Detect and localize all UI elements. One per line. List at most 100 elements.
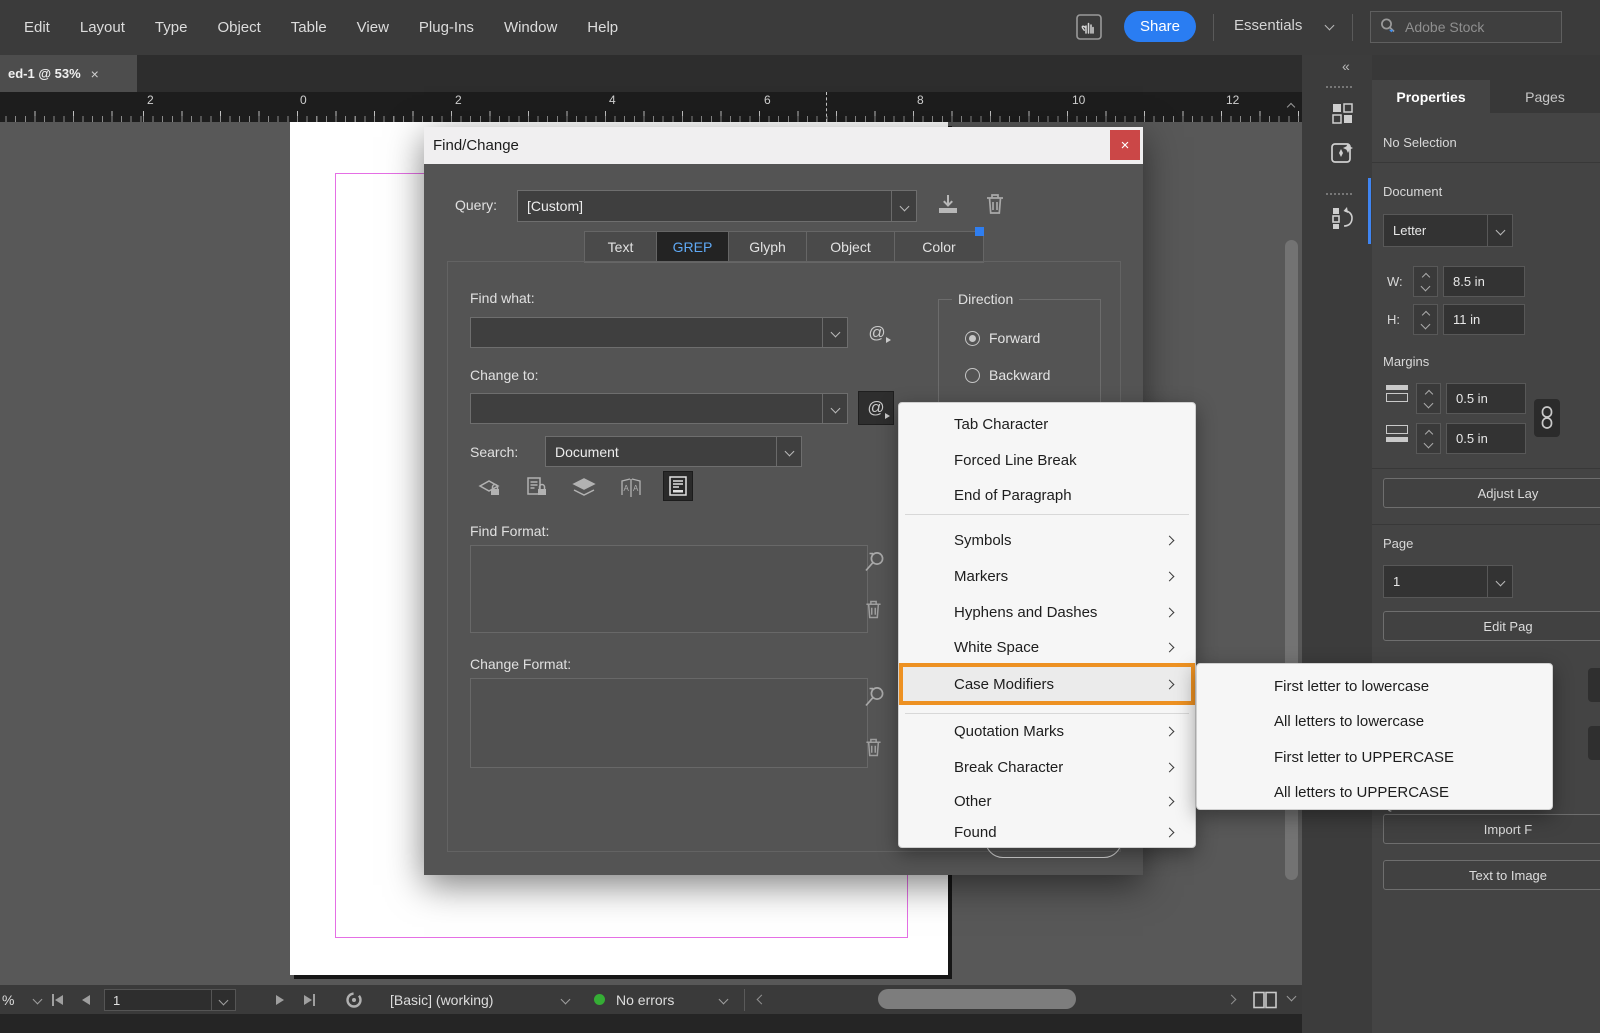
menu-window[interactable]: Window: [504, 19, 557, 36]
tab-text[interactable]: Text: [585, 232, 657, 262]
document-tab[interactable]: ed-1 @ 53% ×: [0, 55, 137, 92]
menu-item-end-of-paragraph[interactable]: End of Paragraph: [899, 478, 1195, 513]
share-button[interactable]: Share: [1124, 11, 1196, 42]
top-margin-stepper[interactable]: [1416, 383, 1441, 414]
include-footnotes-icon[interactable]: [663, 471, 693, 501]
save-query-icon[interactable]: [934, 190, 962, 221]
horizontal-scrollbar-thumb[interactable]: [878, 989, 1076, 1009]
tab-properties[interactable]: Properties: [1372, 80, 1490, 113]
height-field[interactable]: 11 in: [1443, 304, 1525, 335]
chevron-down-icon[interactable]: [822, 394, 847, 423]
chevron-down-icon[interactable]: [891, 191, 916, 221]
hand-tool-icon[interactable]: [1076, 14, 1102, 43]
submenu-item-all-letters-uppercase[interactable]: All letters to UPPERCASE: [1197, 775, 1552, 810]
menu-item-tab-character[interactable]: Tab Character: [899, 407, 1195, 442]
adjust-layout-button[interactable]: Adjust Lay: [1383, 478, 1600, 508]
clear-change-format-icon[interactable]: [862, 735, 885, 763]
menu-item-symbols[interactable]: Symbols: [899, 523, 1195, 558]
menu-view[interactable]: View: [357, 19, 389, 36]
menu-plugins[interactable]: Plug-Ins: [419, 19, 474, 36]
menu-item-other[interactable]: Other: [899, 784, 1195, 819]
preflight-icon[interactable]: [345, 985, 363, 1014]
menu-object[interactable]: Object: [217, 19, 260, 36]
submenu-item-first-letter-uppercase[interactable]: First letter to UPPERCASE: [1197, 740, 1552, 775]
tab-glyph[interactable]: Glyph: [729, 232, 807, 262]
last-page-button[interactable]: [304, 985, 315, 1014]
tab-object[interactable]: Object: [807, 232, 895, 262]
history-panel-icon[interactable]: [1328, 203, 1358, 233]
change-to-input[interactable]: [470, 393, 848, 424]
swatches-panel-icon[interactable]: [1328, 98, 1358, 128]
preflight-preset[interactable]: [Basic] (working): [390, 985, 493, 1014]
collapse-panels-icon[interactable]: «: [1342, 58, 1350, 74]
bottom-margin-field[interactable]: 0.5 in: [1446, 423, 1526, 454]
next-page-button[interactable]: [276, 985, 284, 1014]
menu-item-quotation-marks[interactable]: Quotation Marks: [899, 714, 1195, 749]
preflight-status[interactable]: No errors: [616, 985, 674, 1014]
menu-item-found[interactable]: Found: [899, 817, 1195, 847]
bottom-margin-stepper[interactable]: [1416, 423, 1441, 454]
import-file-button[interactable]: Import F: [1383, 814, 1600, 844]
width-stepper[interactable]: [1413, 266, 1438, 297]
menu-item-hyphens-and-dashes[interactable]: Hyphens and Dashes: [899, 595, 1195, 630]
specify-change-attributes-icon[interactable]: [861, 683, 888, 713]
delete-query-icon[interactable]: [982, 190, 1008, 221]
dialog-titlebar[interactable]: Find/Change: [424, 127, 1143, 164]
edit-page-button[interactable]: Edit Pag: [1383, 611, 1600, 641]
cutoff-button[interactable]: [1588, 668, 1600, 702]
clear-find-format-icon[interactable]: [862, 597, 885, 625]
chevron-down-icon[interactable]: [211, 990, 235, 1010]
menu-help[interactable]: Help: [587, 19, 618, 36]
menu-table[interactable]: Table: [291, 19, 327, 36]
query-dropdown[interactable]: [Custom]: [517, 190, 917, 222]
find-format-box[interactable]: [470, 545, 868, 633]
tab-pages[interactable]: Pages: [1490, 80, 1600, 113]
export-panel-icon[interactable]: [1328, 138, 1358, 168]
direction-forward-option[interactable]: Forward: [965, 330, 1040, 346]
change-format-box[interactable]: [470, 678, 868, 768]
page-number-dropdown[interactable]: 1: [1383, 565, 1513, 598]
text-to-image-button[interactable]: Text to Image: [1383, 860, 1600, 890]
cutoff-button[interactable]: [1588, 726, 1600, 760]
menu-layout[interactable]: Layout: [80, 19, 125, 36]
adobe-stock-search[interactable]: Adobe Stock: [1370, 11, 1562, 43]
chevron-down-icon[interactable]: [822, 318, 847, 347]
close-dialog-button[interactable]: ×: [1110, 130, 1140, 160]
menu-edit[interactable]: Edit: [24, 19, 50, 36]
case-sensitive-icon[interactable]: AA: [616, 473, 646, 503]
find-what-input[interactable]: [470, 317, 848, 348]
link-margins-icon[interactable]: [1534, 399, 1560, 437]
find-special-chars-button[interactable]: @: [861, 319, 893, 347]
top-margin-field[interactable]: 0.5 in: [1446, 383, 1526, 414]
width-field[interactable]: 8.5 in: [1443, 266, 1525, 297]
page-number-field[interactable]: 1: [104, 989, 236, 1011]
menu-item-forced-line-break[interactable]: Forced Line Break: [899, 443, 1195, 478]
menu-item-case-modifiers[interactable]: Case Modifiers: [899, 663, 1195, 705]
specify-find-attributes-icon[interactable]: [861, 548, 888, 578]
first-page-button[interactable]: [52, 985, 63, 1014]
direction-backward-option[interactable]: Backward: [965, 367, 1050, 383]
include-locked-layers-icon[interactable]: [475, 473, 505, 503]
menu-item-white-space[interactable]: White Space: [899, 630, 1195, 665]
workspace-switcher[interactable]: Essentials: [1234, 17, 1302, 34]
submenu-item-first-letter-lowercase[interactable]: First letter to lowercase: [1197, 669, 1552, 704]
menu-type[interactable]: Type: [155, 19, 188, 36]
chevron-down-icon[interactable]: [776, 437, 801, 466]
previous-page-button[interactable]: [82, 985, 90, 1014]
close-tab-icon[interactable]: ×: [91, 66, 99, 82]
tab-grep[interactable]: GREP: [657, 232, 729, 262]
tab-color[interactable]: Color: [895, 232, 983, 262]
menu-item-break-character[interactable]: Break Character: [899, 750, 1195, 785]
submenu-item-all-letters-lowercase[interactable]: All letters to lowercase: [1197, 704, 1552, 739]
chevron-down-icon[interactable]: [1487, 566, 1512, 597]
menu-item-markers[interactable]: Markers: [899, 559, 1195, 594]
page-size-dropdown[interactable]: Letter: [1383, 214, 1513, 247]
change-special-chars-button[interactable]: @: [858, 391, 894, 425]
zoom-level-fragment[interactable]: %: [2, 985, 14, 1014]
include-hidden-layers-icon[interactable]: [569, 473, 599, 503]
split-view-icon[interactable]: [1252, 985, 1278, 1014]
height-stepper[interactable]: [1413, 304, 1438, 335]
include-locked-stories-icon[interactable]: [522, 473, 552, 503]
search-scope-dropdown[interactable]: Document: [545, 436, 802, 467]
chevron-down-icon[interactable]: [1487, 215, 1512, 246]
